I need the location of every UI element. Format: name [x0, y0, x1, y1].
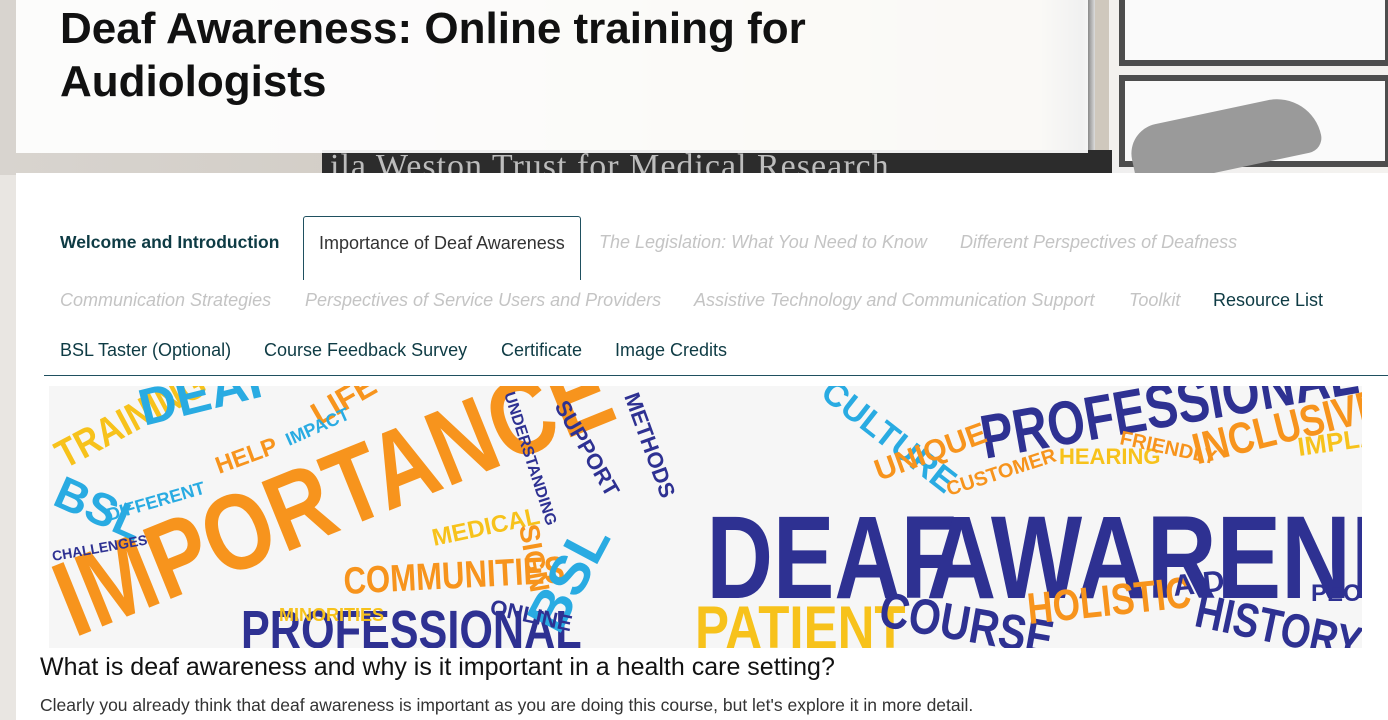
section-heading: What is deaf awareness and why is it imp…	[40, 653, 835, 681]
tab-toolkit: Toolkit	[1129, 290, 1181, 310]
page-title: Deaf Awareness: Online training for Audi…	[60, 4, 806, 106]
tab-certificate[interactable]: Certificate	[501, 339, 582, 361]
word-aid: AID	[1171, 565, 1226, 603]
tab-the-legislation: The Legislation: What You Need to Know	[599, 232, 927, 252]
word-people: PEOPLE	[1311, 580, 1362, 607]
word-patient: PATIENT	[695, 594, 906, 648]
tab-importance-of-deaf-awareness[interactable]: Importance of Deaf Awareness	[303, 216, 581, 280]
tab-course-feedback-survey[interactable]: Course Feedback Survey	[264, 339, 467, 361]
intro-paragraph: Clearly you already think that deaf awar…	[40, 695, 974, 715]
tab-perspectives-of-service-users: Perspectives of Service Users and Provid…	[305, 290, 662, 310]
nav-divider	[44, 375, 1388, 376]
tab-bsl-taster[interactable]: BSL Taster (Optional)	[60, 339, 231, 361]
tab-assistive-technology: Assistive Technology and Communication S…	[694, 290, 1095, 310]
course-navigation: Welcome and Introduction Importance of D…	[16, 173, 1388, 376]
tab-communication-strategies: Communication Strategies	[60, 290, 272, 310]
tab-different-perspectives-of-deafness: Different Perspectives of Deafness	[960, 232, 1238, 252]
tab-resource-list[interactable]: Resource List	[1213, 289, 1323, 311]
word-minorities: MINORITIES	[279, 605, 384, 625]
hero-window-pane	[1119, 0, 1388, 66]
deaf-awareness-word-cloud-image: IMPORTANCE DEAF AWARENESS PROFESSIONAL C…	[49, 386, 1362, 648]
tab-welcome-and-introduction[interactable]: Welcome and Introduction	[60, 231, 279, 253]
main-content-panel: Welcome and Introduction Importance of D…	[16, 173, 1388, 720]
tab-image-credits[interactable]: Image Credits	[615, 339, 727, 361]
title-card: Deaf Awareness: Online training for Audi…	[16, 0, 1088, 153]
